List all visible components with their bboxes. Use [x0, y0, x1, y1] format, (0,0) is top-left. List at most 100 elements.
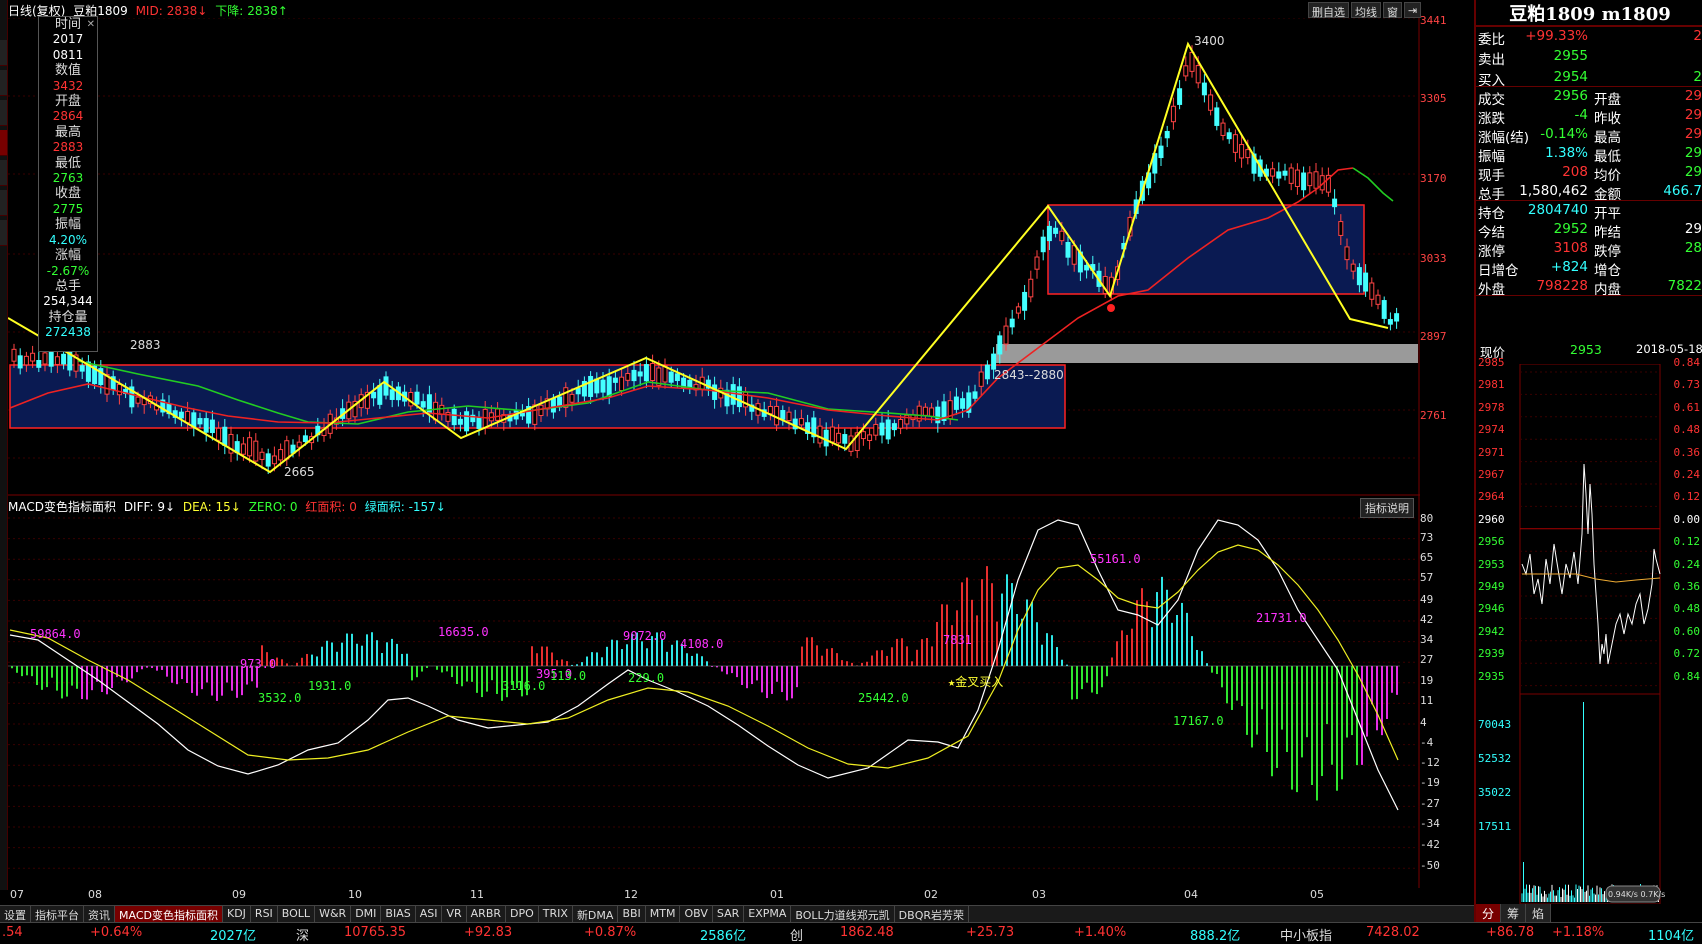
candle-body — [736, 386, 742, 408]
tab-asi[interactable]: ASI — [416, 906, 443, 922]
macd-axis-label: 65 — [1420, 551, 1434, 564]
exit-icon[interactable]: ⇥ — [1404, 2, 1422, 18]
candle-body — [817, 425, 823, 444]
tab-news[interactable]: 资讯 — [84, 906, 115, 922]
tab-arbr[interactable]: ARBR — [467, 906, 507, 922]
quote-row: 总手 1,580,462 金额 466.7 — [1476, 181, 1702, 203]
tab-macd[interactable]: MACD变色指标面积 — [115, 906, 223, 922]
tab-trix[interactable]: TRIX — [539, 906, 573, 922]
tab-wr[interactable]: W&R — [315, 906, 352, 922]
tab-mtm[interactable]: MTM — [646, 906, 681, 922]
candle-body — [36, 360, 42, 368]
macd-diff-line — [9, 519, 1399, 811]
ticker-item[interactable]: 中小板指 — [1280, 925, 1332, 944]
quote-row: 持仓 2804740 开平 — [1476, 200, 1702, 222]
candle-body — [594, 378, 600, 394]
info-label: 开盘 — [54, 94, 81, 110]
tab-sar[interactable]: SAR — [713, 906, 745, 922]
tab-dbqr[interactable]: DBQR岩芳荣 — [895, 906, 969, 922]
month-label: 10 — [348, 888, 362, 901]
tab-chips[interactable]: 筹 — [1501, 904, 1527, 922]
tab-boll[interactable]: BOLL — [278, 906, 316, 922]
candle-body — [1363, 272, 1369, 292]
info-value: -2.67% — [46, 263, 90, 278]
tab-dpo[interactable]: DPO — [506, 906, 539, 922]
ticker-item: 1862.48 — [840, 925, 894, 940]
candle-body — [296, 441, 302, 448]
candle-body — [1183, 65, 1189, 77]
tab-settings[interactable]: 设置 — [0, 906, 31, 922]
candle-body — [1288, 167, 1294, 184]
intraday-pct-tick: 0.60 — [1673, 624, 1701, 638]
edge-tab-active[interactable] — [0, 130, 7, 156]
candle-body — [767, 405, 773, 415]
last-price-value: 2953 — [1570, 342, 1602, 357]
tab-rsi[interactable]: RSI — [251, 906, 278, 922]
close-icon[interactable]: ✕ — [87, 17, 95, 32]
candle-body — [1158, 145, 1164, 159]
candle-body — [1003, 325, 1009, 345]
tab-kdj[interactable]: KDJ — [223, 906, 251, 922]
intraday-volume-tick: 17511 — [1478, 820, 1512, 833]
ticker-item[interactable]: 深 — [296, 925, 309, 944]
edge-tab[interactable] — [0, 160, 7, 186]
edge-tab[interactable] — [0, 220, 7, 246]
candle-body — [371, 391, 377, 399]
low-annotation: 2665 — [284, 465, 315, 479]
panel-separator — [1476, 200, 1702, 201]
ma-button[interactable]: 均线 — [1351, 2, 1381, 19]
tab-bias[interactable]: BIAS — [381, 906, 416, 922]
macd-value-label: 25442.0 — [858, 691, 909, 705]
ticker-item: +92.83 — [464, 925, 513, 940]
edge-tab[interactable] — [0, 70, 7, 96]
candle-body — [476, 417, 482, 429]
tab-minute[interactable]: 分 — [1476, 904, 1502, 922]
candle-body — [1301, 172, 1307, 191]
candle-body — [780, 410, 786, 420]
candle-body — [209, 419, 215, 434]
info-label: 持仓量 — [48, 309, 88, 325]
candle-body — [860, 431, 866, 440]
remove-watchlist-button[interactable]: 删自选 — [1308, 2, 1349, 19]
tab-vr[interactable]: VR — [442, 906, 467, 922]
candle-body — [42, 352, 48, 365]
quote-value: 1,580,462 — [1519, 183, 1588, 199]
candle-body — [960, 398, 966, 409]
macd-canvas[interactable]: 59864.03532.01931.0973.016635.03116.0395… — [8, 510, 1420, 890]
macd-axis-label: 19 — [1420, 674, 1434, 687]
tab-expma[interactable]: EXPMA — [744, 906, 792, 922]
candle-body — [414, 391, 420, 405]
candle-body — [1245, 149, 1251, 159]
intraday-price-tick: 2935 — [1478, 669, 1505, 683]
tab-flame[interactable]: 焰 — [1526, 904, 1552, 922]
candle-body — [11, 348, 17, 362]
mid-label: MID: — [135, 4, 163, 18]
candle-body — [842, 434, 848, 444]
tab-dmi[interactable]: DMI — [351, 906, 382, 922]
tab-new-dma[interactable]: 新DMA — [573, 906, 619, 922]
mid-value: 2838↓ — [166, 4, 208, 18]
candle-body — [612, 377, 618, 383]
candle-body — [730, 384, 736, 405]
quote-row: 成交 2956 开盘 29 — [1476, 86, 1702, 108]
header-buttons: 删自选 均线 窗 ⇥ — [1308, 2, 1422, 19]
panel-separator — [1476, 86, 1702, 87]
ticker-item[interactable]: 创 — [790, 925, 803, 944]
tab-indicator-platform[interactable]: 指标平台 — [31, 906, 84, 922]
price-axis-label: 3305 — [1420, 92, 1447, 105]
edge-tab[interactable] — [0, 100, 7, 126]
candle-body — [1046, 225, 1052, 242]
edge-tab[interactable] — [0, 190, 7, 216]
edge-tab[interactable] — [0, 40, 7, 66]
quote-row: 现手 208 均价 29 — [1476, 162, 1702, 184]
tab-bbi[interactable]: BBI — [618, 906, 646, 922]
macd-value-label: 59864.0 — [30, 627, 81, 641]
candle-body — [637, 371, 643, 377]
down-value: 2838↑ — [247, 4, 288, 18]
info-value: 4.20% — [48, 232, 88, 247]
info-value: 2775 — [52, 201, 84, 216]
tab-boll-power[interactable]: BOLL力道线郑元凯 — [791, 906, 895, 922]
window-button[interactable]: 窗 — [1383, 2, 1402, 19]
tab-obv[interactable]: OBV — [680, 906, 713, 922]
left-edge-strip[interactable] — [0, 0, 8, 890]
